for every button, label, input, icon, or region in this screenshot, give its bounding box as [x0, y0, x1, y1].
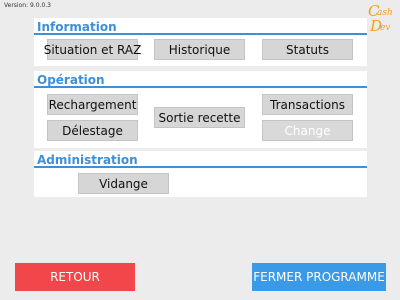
- information-divider: [34, 33, 367, 35]
- rechargement-button[interactable]: Rechargement: [47, 94, 138, 115]
- version-label: Version: 9.0.0.3: [4, 2, 51, 9]
- operation-title: Opération: [37, 73, 105, 87]
- situation-raz-button[interactable]: Situation et RAZ: [44, 39, 141, 60]
- information-title: Information: [37, 20, 117, 34]
- statuts-button[interactable]: Statuts: [262, 39, 353, 60]
- information-section: Information Situation et RAZ Historique …: [34, 18, 367, 66]
- sortie-recette-button[interactable]: Sortie recette: [154, 107, 245, 128]
- transactions-button[interactable]: Transactions: [262, 94, 353, 115]
- retour-button[interactable]: RETOUR: [15, 263, 135, 291]
- change-button[interactable]: Change: [262, 120, 353, 141]
- operation-divider: [34, 86, 367, 88]
- administration-title: Administration: [37, 153, 138, 167]
- delestage-button[interactable]: Délestage: [47, 120, 138, 141]
- operation-section: Opération Rechargement Sortie recette Tr…: [34, 71, 367, 148]
- logo-text-line2: ev: [380, 23, 390, 33]
- administration-divider: [34, 166, 367, 168]
- cash-dev-logo: C ash D ev: [364, 2, 396, 35]
- administration-section: Administration Vidange: [34, 151, 367, 197]
- logo-icon: C ash D ev: [368, 2, 393, 35]
- fermer-programme-button[interactable]: FERMER PROGRAMME: [252, 263, 386, 291]
- historique-button[interactable]: Historique: [154, 39, 245, 60]
- vidange-button[interactable]: Vidange: [78, 173, 169, 194]
